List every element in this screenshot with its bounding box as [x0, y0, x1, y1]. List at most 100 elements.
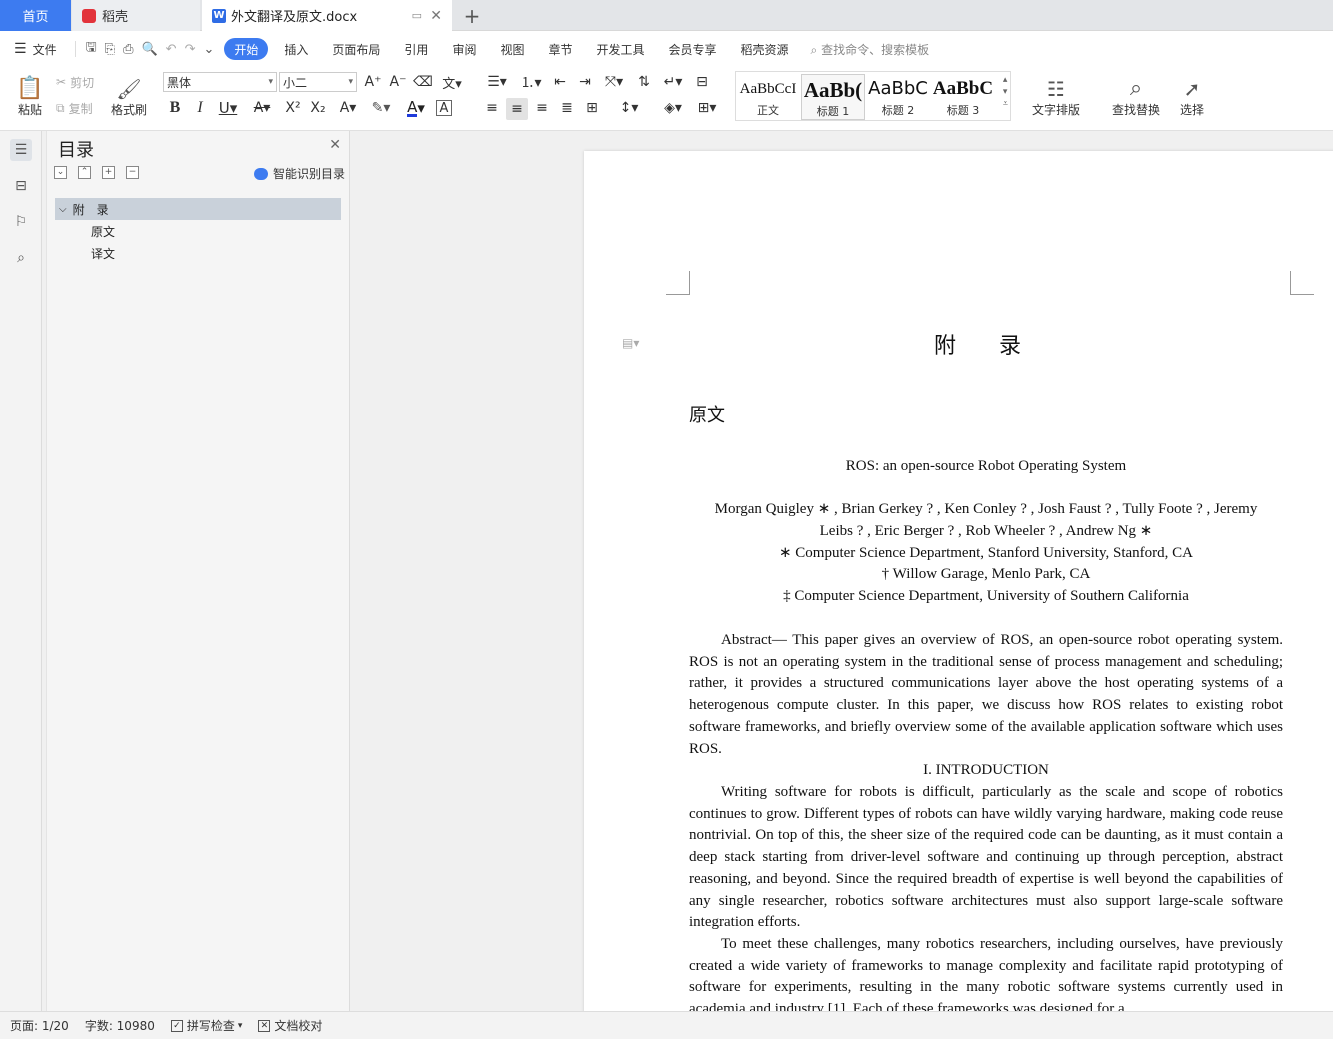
bookmark-icon[interactable]: ⚐: [10, 211, 32, 233]
sort-icon[interactable]: ⇅: [634, 72, 654, 92]
chinese-layout-icon[interactable]: ⤧▾: [600, 72, 628, 92]
page-indicator[interactable]: 页面: 1/20: [0, 1017, 77, 1034]
document-page[interactable]: ▤▾ 附 录 原文 ROS: an open-source Robot Oper…: [584, 151, 1333, 1011]
toc-title: 目录: [58, 140, 94, 161]
select-button[interactable]: ➚ 选择: [1172, 71, 1212, 123]
section-heading: I. INTRODUCTION: [923, 762, 1049, 778]
close-icon[interactable]: ✕: [329, 137, 341, 153]
shrink-font-icon[interactable]: A⁻: [388, 72, 408, 92]
body-paragraph: To meet these challenges, many robotics …: [689, 936, 1283, 1011]
cursor-icon: ➚: [1183, 76, 1201, 101]
file-menu[interactable]: ☰ 文件: [0, 38, 69, 60]
search-panel-icon[interactable]: ⌕: [10, 247, 32, 269]
distributed-icon[interactable]: ⊞: [582, 98, 602, 118]
line-spacing-icon[interactable]: ↕▾: [615, 98, 643, 118]
proofread-label: 文档校对: [274, 1019, 323, 1033]
style-gallery: AaBbCcI 正文 AaBb(标题 1 AaBbC 标题 2 AaBbC 标题 3 …: [735, 71, 1011, 121]
align-right-icon[interactable]: ≡: [532, 98, 552, 118]
smart-toc-button[interactable]: 智能识别目录: [253, 165, 345, 182]
text-effect-icon[interactable]: A▾: [334, 98, 362, 118]
style-heading-2[interactable]: AaBbC 标题 2: [866, 74, 930, 120]
word-count[interactable]: 字数: 10980: [77, 1017, 163, 1034]
increase-indent-icon[interactable]: ⇥: [575, 72, 595, 92]
menu-tab-insert[interactable]: 插入: [272, 38, 320, 60]
menu-tab-daoke-resources[interactable]: 稻壳资源: [729, 38, 801, 60]
font-family-select[interactable]: 黑体: [163, 72, 277, 92]
numbered-list-icon[interactable]: ⒈▾: [517, 72, 545, 92]
menu-tab-review[interactable]: 审阅: [440, 38, 488, 60]
borders-icon[interactable]: ⊞▾: [693, 98, 721, 118]
decrease-indent-icon[interactable]: ⇤: [550, 72, 570, 92]
export-pdf-icon[interactable]: ⎘: [101, 42, 119, 57]
style-scroll-icon[interactable]: ▴ ▾ ⩡: [1003, 74, 1008, 110]
menu-tab-page-layout[interactable]: 页面布局: [320, 38, 392, 60]
print-icon[interactable]: ⎙: [119, 42, 137, 57]
underline-icon[interactable]: U▾: [214, 98, 242, 118]
menu-tab-references[interactable]: 引用: [392, 38, 440, 60]
menu-tab-member[interactable]: 会员专享: [657, 38, 729, 60]
style-heading-3[interactable]: AaBbC 标题 3: [931, 74, 995, 120]
font-size-select[interactable]: 小二: [279, 72, 357, 92]
strikethrough-icon[interactable]: A▾: [248, 98, 276, 118]
expand-all-icon[interactable]: +: [102, 166, 115, 179]
toc-panel-icon[interactable]: ☰: [10, 139, 32, 161]
chevron-down-icon: ▾: [237, 1020, 243, 1031]
show-marks-icon[interactable]: ↵▾: [659, 72, 687, 92]
close-tab-icon[interactable]: ✕: [430, 8, 442, 24]
table-borders-icon[interactable]: ⊟: [692, 72, 712, 92]
subscript-icon[interactable]: X₂: [307, 98, 329, 118]
proofread-button[interactable]: ✕ 文档校对: [250, 1017, 330, 1034]
text-layout-button[interactable]: ☷ 文字排版: [1024, 71, 1088, 123]
font-color-icon[interactable]: A ▾: [402, 98, 430, 118]
paste-button[interactable]: 📋 粘贴: [10, 71, 50, 123]
expand-down-icon[interactable]: ⌄: [54, 166, 67, 179]
grow-font-icon[interactable]: A⁺: [363, 72, 383, 92]
italic-icon[interactable]: I: [190, 98, 210, 118]
char-border-icon[interactable]: A: [436, 100, 452, 116]
toc-item[interactable]: 原文: [55, 220, 341, 242]
collapse-up-icon[interactable]: ⌃: [78, 166, 91, 179]
tab-document[interactable]: W 外文翻译及原文.docx ▭ ✕: [202, 0, 452, 31]
tab-home[interactable]: 首页: [0, 0, 71, 31]
print-preview-icon[interactable]: 🔍: [137, 42, 161, 57]
toc-item[interactable]: 译文: [55, 242, 341, 264]
tab-daoke[interactable]: 稻壳: [72, 0, 200, 31]
redo-icon[interactable]: ↷: [181, 42, 200, 57]
toc-item[interactable]: ⌵ 附 录: [55, 198, 341, 220]
find-replace-button[interactable]: ⌕ 查找替换: [1104, 71, 1168, 123]
writer-doc-icon: W: [212, 8, 226, 23]
collapse-all-icon[interactable]: −: [126, 166, 139, 179]
menu-tab-section[interactable]: 章节: [536, 38, 584, 60]
status-bar: 页面: 1/20 字数: 10980 ✓ 拼写检查 ▾ ✕ 文档校对: [0, 1011, 1333, 1039]
format-painter-label: 格式刷: [110, 102, 147, 117]
align-center-icon[interactable]: ≡: [506, 98, 528, 120]
document-canvas[interactable]: ▤▾ 附 录 原文 ROS: an open-source Robot Oper…: [351, 131, 1333, 1011]
format-painter-button[interactable]: 🖌 格式刷: [108, 71, 150, 123]
bold-icon[interactable]: B: [165, 98, 185, 118]
chapter-nav-icon[interactable]: ⊟: [10, 175, 32, 197]
ribbon-toolbar: 📋 粘贴 ✂剪切 ⧉复制 🖌 格式刷 黑体 小二 A⁺ A⁻ ⌫ 文▾ B I …: [0, 67, 1333, 131]
clear-format-icon[interactable]: ⌫: [413, 72, 433, 92]
superscript-icon[interactable]: X²: [282, 98, 304, 118]
menu-tab-view[interactable]: 视图: [488, 38, 536, 60]
phonetic-guide-icon[interactable]: 文▾: [438, 72, 466, 92]
menu-tab-start[interactable]: 开始: [224, 38, 269, 60]
copy-button[interactable]: ⧉ 复制: [56, 99, 93, 117]
highlight-icon[interactable]: ✎▾: [367, 98, 395, 118]
shading-icon[interactable]: ◈▾: [659, 98, 687, 118]
new-tab-button[interactable]: +: [458, 0, 486, 31]
style-heading-1[interactable]: AaBb(标题 1: [801, 74, 865, 120]
bullet-list-icon[interactable]: ☰▾: [483, 72, 511, 92]
save-icon[interactable]: 🖫: [82, 38, 101, 60]
undo-icon[interactable]: ↶: [162, 42, 181, 57]
justify-icon[interactable]: ≣: [557, 98, 577, 118]
cut-button[interactable]: ✂ 剪切: [56, 73, 94, 91]
menu-tab-developer[interactable]: 开发工具: [584, 38, 656, 60]
align-left-icon[interactable]: ≡: [482, 98, 502, 118]
command-search[interactable]: ⌕ 查找命令、搜索模板: [801, 41, 930, 58]
style-normal[interactable]: AaBbCcI 正文: [736, 74, 800, 120]
customize-dropdown-icon[interactable]: ⌄: [199, 42, 218, 57]
spell-check-button[interactable]: ✓ 拼写检查 ▾: [163, 1017, 251, 1034]
crop-mark: [666, 271, 690, 295]
monitor-icon[interactable]: ▭: [412, 9, 422, 22]
